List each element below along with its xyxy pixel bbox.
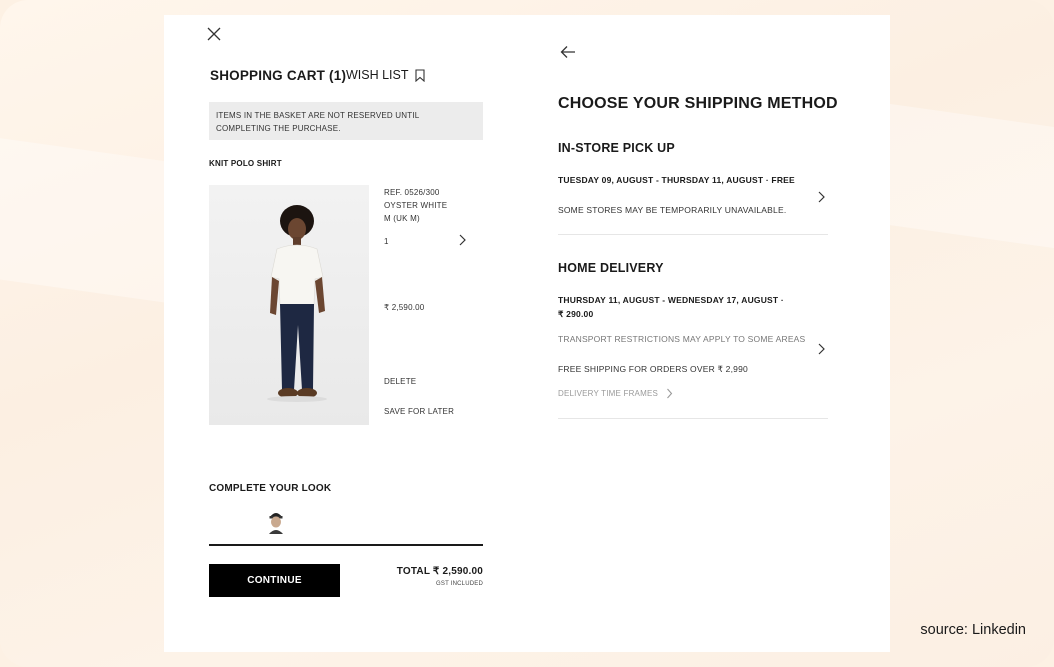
product-quantity[interactable]: 1 [384,237,389,246]
delete-button[interactable]: DELETE [384,377,416,386]
model-figure [267,205,327,402]
gst-note: GST INCLUDED [436,581,483,587]
chevron-right-icon [667,388,673,399]
home-delivery-price: ₹ 290.00 [558,309,594,319]
arrow-left-icon[interactable] [560,45,576,59]
option-divider [558,418,828,419]
transport-restriction-note: TRANSPORT RESTRICTIONS MAY APPLY TO SOME… [558,334,806,344]
save-for-later-button[interactable]: SAVE FOR LATER [384,407,454,416]
delivery-time-frames-label: DELIVERY TIME FRAMES [558,389,659,398]
product-color: OYSTER WHITE [384,201,448,210]
cart-total: TOTAL ₹ 2,590.00 [396,566,483,577]
pickup-dates: TUESDAY 09, AUGUST - THURSDAY 11, AUGUST… [558,175,795,185]
continue-button[interactable]: CONTINUE [209,564,340,597]
wish-list-label: WISH LIST [346,68,409,82]
delivery-time-frames-link[interactable]: DELIVERY TIME FRAMES [558,388,673,399]
option-divider [558,234,828,235]
pickup-note: SOME STORES MAY BE TEMPORARILY UNAVAILAB… [558,205,787,215]
chevron-right-icon[interactable] [457,234,467,246]
complete-look-title: COMPLETE YOUR LOOK [209,483,332,494]
close-icon[interactable] [206,26,222,42]
bookmark-icon [414,68,425,82]
basket-notice: ITEMS IN THE BASKET ARE NOT RESERVED UNT… [209,102,483,140]
shopping-cart-tab[interactable]: SHOPPING CART (1) [210,68,346,83]
shipping-method-title: CHOOSE YOUR SHIPPING METHOD [558,95,838,112]
cart-shipping-card: SHOPPING CART (1) WISH LIST ITEMS IN THE… [164,15,890,652]
source-caption: source: Linkedin [920,622,1026,638]
chevron-right-icon[interactable] [816,342,826,356]
home-delivery-title: HOME DELIVERY [558,261,664,275]
product-ref: REF. 0526/300 [384,188,440,197]
product-size: M (UK M) [384,214,420,223]
page-background: SHOPPING CART (1) WISH LIST ITEMS IN THE… [0,0,1054,667]
free-shipping-note: FREE SHIPPING FOR ORDERS OVER ₹ 2,990 [558,364,748,374]
cart-divider [209,544,483,546]
background-band [872,103,1054,257]
product-image[interactable] [209,185,369,425]
product-name: KNIT POLO SHIRT [209,159,282,168]
home-delivery-dates: THURSDAY 11, AUGUST - WEDNESDAY 17, AUGU… [558,295,784,305]
pickup-title: IN-STORE PICK UP [558,141,675,155]
chevron-right-icon[interactable] [816,190,826,204]
wish-list-tab[interactable]: WISH LIST [346,68,425,82]
look-thumbnail[interactable] [266,508,286,534]
product-price: ₹ 2,590.00 [384,303,425,312]
